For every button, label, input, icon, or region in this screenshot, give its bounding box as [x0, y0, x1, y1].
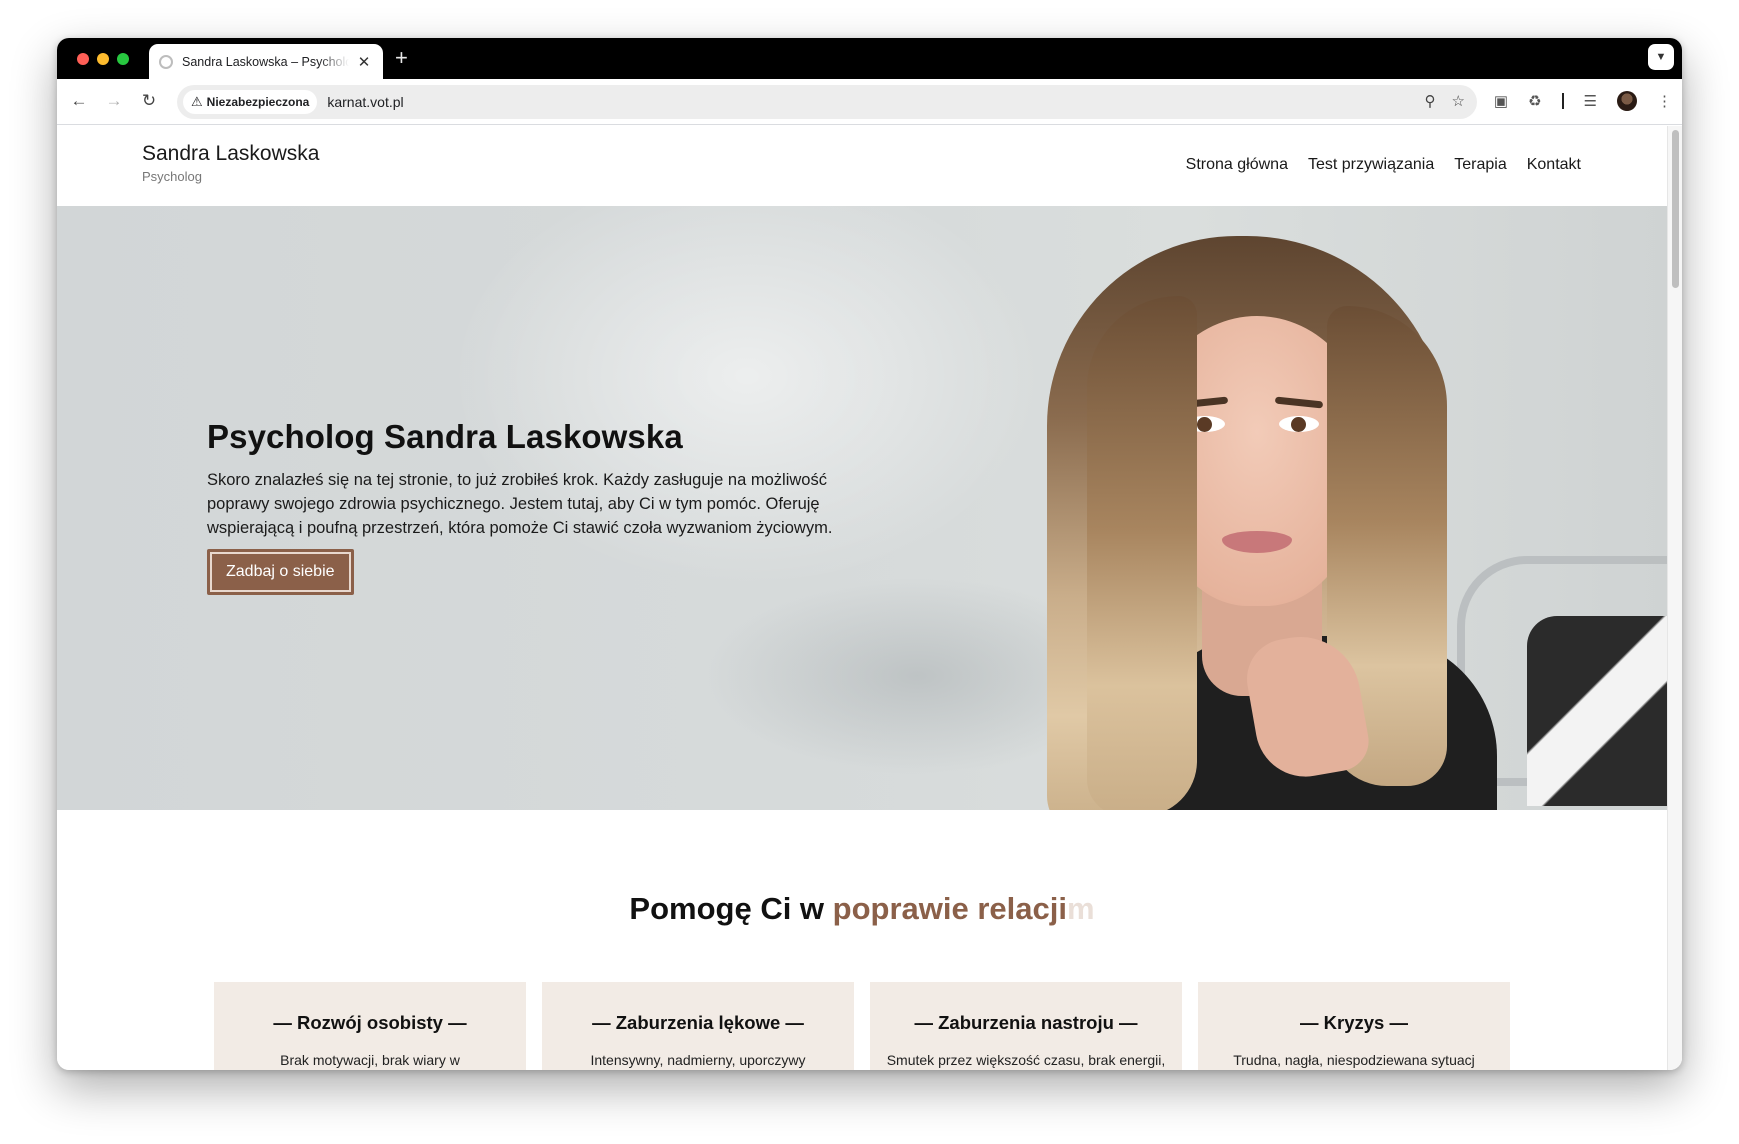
help-heading-typing-ghost: m	[1067, 891, 1095, 926]
tab-close-icon[interactable]: ✕	[355, 53, 373, 71]
service-card[interactable]: — Zaburzenia nastroju — Smutek przez wię…	[870, 982, 1182, 1070]
browser-window: Sandra Laskowska – Psycholog ✕ + ▼ ← → ↻…	[57, 38, 1682, 1070]
service-card[interactable]: — Zaburzenia lękowe — Intensywny, nadmie…	[542, 982, 854, 1070]
service-card-text: Intensywny, nadmierny, uporczywy	[590, 1052, 806, 1068]
menu-item-home[interactable]: Strona główna	[1186, 156, 1288, 174]
reload-icon[interactable]: ↻	[137, 89, 161, 113]
hero-title: Psycholog Sandra Laskowska	[207, 418, 683, 455]
menu-item-attachment-test[interactable]: Test przywiązania	[1308, 156, 1434, 174]
cta-button[interactable]: Zadbaj o siebie	[207, 549, 354, 595]
service-card-title: — Zaburzenia lękowe —	[592, 1012, 804, 1033]
hero-description: Skoro znalazłeś się na tej stronie, to j…	[207, 471, 833, 537]
menu-item-therapy[interactable]: Terapia	[1454, 156, 1506, 174]
hero-content: Psycholog Sandra Laskowska Skoro znalazł…	[207, 418, 857, 595]
tab-search-chevron-icon[interactable]: ▼	[1648, 44, 1674, 70]
hero-section: Psycholog Sandra Laskowska Skoro znalazł…	[57, 206, 1667, 810]
new-tab-button[interactable]: +	[395, 46, 408, 70]
service-card-title: — Kryzys —	[1300, 1012, 1408, 1033]
menu-item-contact[interactable]: Kontakt	[1527, 156, 1581, 174]
more-menu-icon[interactable]: ⋮	[1657, 92, 1672, 110]
close-window-button[interactable]	[77, 53, 89, 65]
service-card-text: Brak motywacji, brak wiary w	[280, 1052, 460, 1068]
toolbar-icons: ▣ ♻ ☰ ⋮	[1494, 91, 1672, 111]
warning-icon: ⚠	[191, 94, 203, 109]
portrait-eye-right	[1279, 416, 1319, 432]
toolbar-divider	[1561, 93, 1564, 109]
minimize-window-button[interactable]	[97, 53, 109, 65]
address-bar[interactable]: ⚠ Niezabezpieczona karnat.vot.pl ⚲ ☆	[177, 85, 1477, 119]
browser-tab[interactable]: Sandra Laskowska – Psycholog ✕	[149, 44, 383, 79]
media-playlist-icon[interactable]: ☰	[1584, 92, 1597, 110]
service-card[interactable]: — Kryzys — Trudna, nagła, niespodziewana…	[1198, 982, 1510, 1070]
chair-cushion	[1527, 616, 1667, 806]
service-card-title: — Zaburzenia nastroju —	[914, 1012, 1138, 1033]
zoom-icon[interactable]: ⚲	[1425, 92, 1436, 110]
picture-in-picture-icon[interactable]: ▣	[1494, 92, 1508, 110]
service-card-text: Trudna, nagła, niespodziewana sytuacj	[1233, 1052, 1475, 1068]
bookmark-star-icon[interactable]: ☆	[1452, 92, 1465, 110]
omnibox-icons: ⚲ ☆	[1425, 92, 1465, 110]
security-chip[interactable]: ⚠ Niezabezpieczona	[183, 90, 318, 114]
extensions-puzzle-icon[interactable]: ♻	[1528, 92, 1541, 110]
security-label: Niezabezpieczona	[206, 95, 310, 109]
main-menu: Strona główna Test przywiązania Terapia …	[1186, 156, 1581, 174]
tab-strip: Sandra Laskowska – Psycholog ✕ + ▼	[57, 38, 1682, 79]
psychologist-portrait	[1017, 236, 1497, 810]
profile-avatar[interactable]	[1617, 91, 1637, 111]
site-header: Sandra Laskowska Psycholog Strona główna…	[57, 126, 1667, 206]
help-heading-accent: poprawie relacji	[832, 891, 1067, 926]
tab-title: Sandra Laskowska – Psycholog	[182, 54, 349, 69]
browser-toolbar: ← → ↻ ⚠ Niezabezpieczona karnat.vot.pl ⚲…	[57, 79, 1682, 125]
service-card-text: Smutek przez większość czasu, brak energ…	[886, 1052, 1166, 1068]
services-cards: — Rozwój osobisty — Brak motywacji, brak…	[214, 982, 1510, 1070]
help-heading-prefix: Pomogę Ci w	[629, 891, 833, 926]
site-name[interactable]: Sandra Laskowska	[142, 142, 319, 166]
service-card-title: — Rozwój osobisty —	[273, 1012, 467, 1033]
cta-button-label: Zadbaj o siebie	[210, 552, 351, 592]
url-text[interactable]: karnat.vot.pl	[327, 94, 403, 110]
site-tagline: Psycholog	[142, 169, 202, 184]
forward-arrow-icon[interactable]: →	[102, 89, 126, 113]
maximize-window-button[interactable]	[117, 53, 129, 65]
hair-front-left	[1087, 296, 1197, 810]
scrollbar-thumb[interactable]	[1672, 130, 1679, 288]
page-viewport: Sandra Laskowska Psycholog Strona główna…	[57, 126, 1667, 1070]
loading-favicon-icon	[159, 54, 173, 69]
page-scrollbar[interactable]	[1667, 126, 1682, 1070]
back-arrow-icon[interactable]: ←	[67, 89, 91, 113]
help-heading: Pomogę Ci w poprawie relacjim	[57, 891, 1667, 927]
service-card[interactable]: — Rozwój osobisty — Brak motywacji, brak…	[214, 982, 526, 1070]
